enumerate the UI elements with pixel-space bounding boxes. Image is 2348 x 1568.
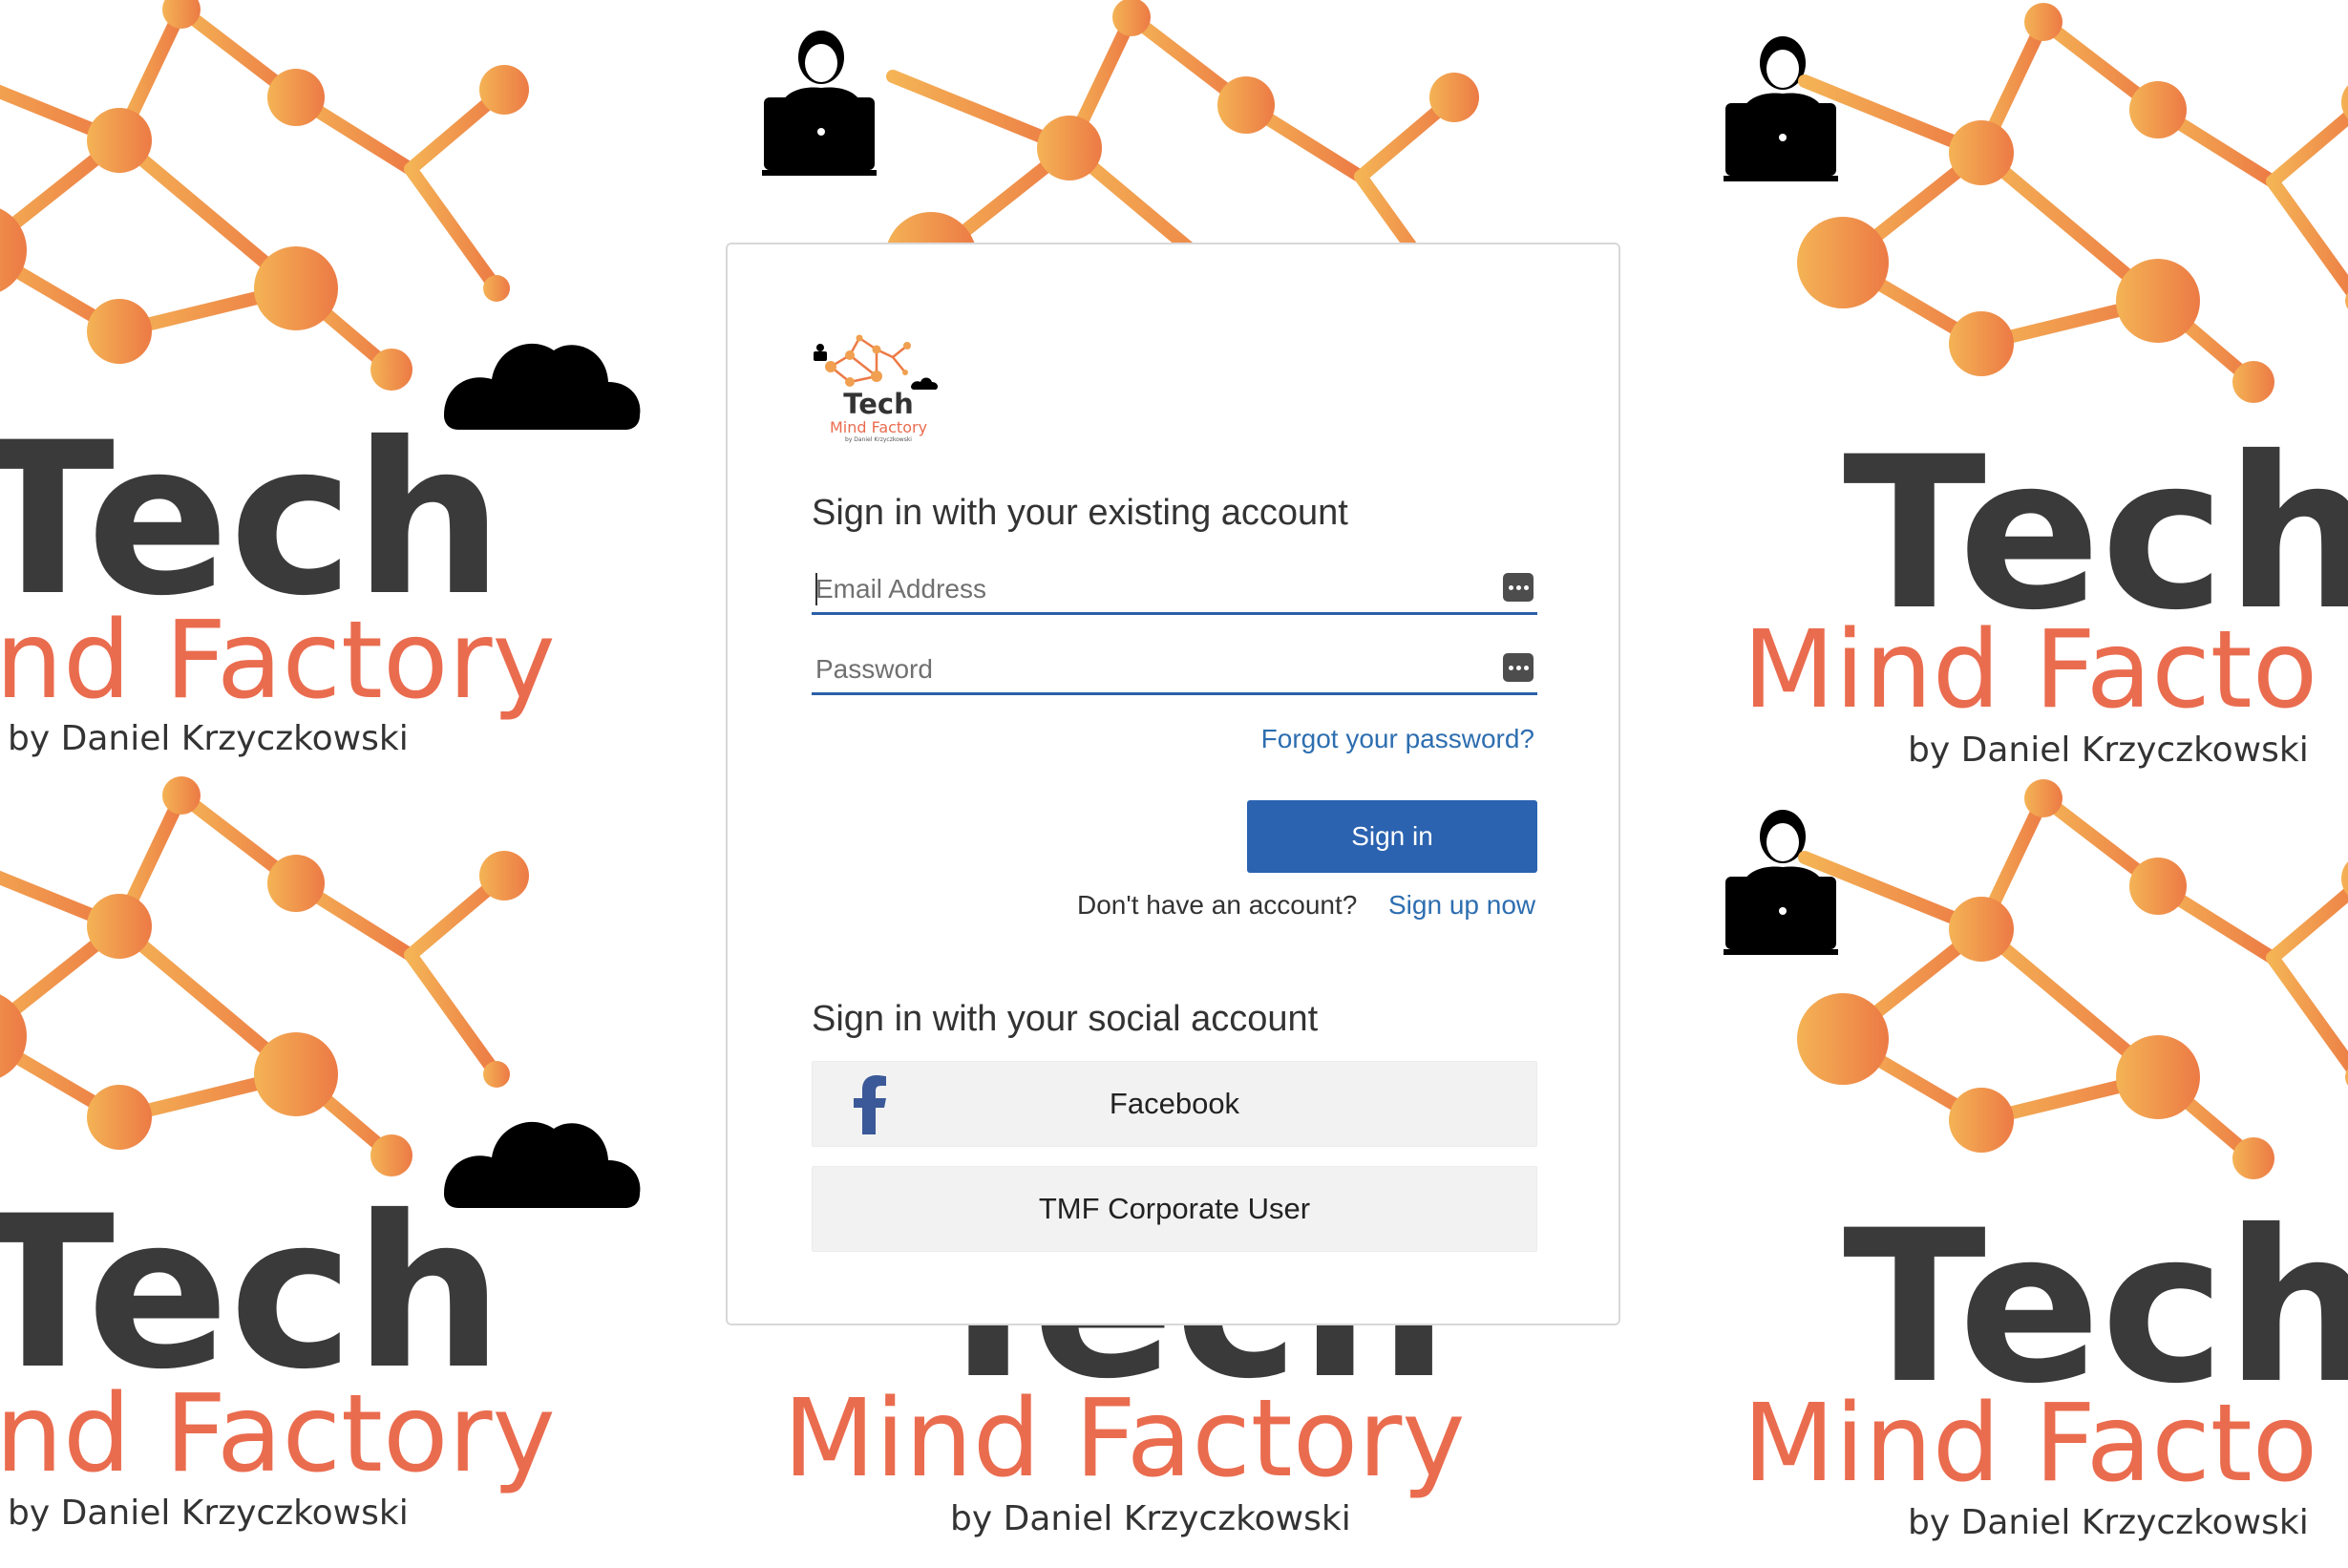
svg-text:by Daniel Krzyczkowski: by Daniel Krzyczkowski (8, 719, 409, 758)
password-input[interactable] (812, 647, 1474, 691)
svg-text:by Daniel Krzyczkowski: by Daniel Krzyczkowski (1908, 731, 2309, 770)
text-cursor (815, 573, 817, 605)
svg-text:by Daniel Krzyczkowski: by Daniel Krzyczkowski (1908, 1503, 2309, 1542)
password-field (812, 647, 1537, 695)
logo-author-text: by Daniel Krzyczkowski (845, 436, 912, 443)
logo-tech-text: Tech (843, 388, 914, 420)
local-signin-heading: Sign in with your existing account (812, 493, 1348, 533)
facebook-icon (854, 1075, 886, 1134)
svg-text:Mind Facto: Mind Facto (1743, 1382, 2317, 1506)
logo-mind-factory-text: Mind Factory (829, 418, 928, 436)
company-logo: Tech Mind Factory by Daniel Krzyczkowski (812, 328, 945, 453)
email-input[interactable] (812, 567, 1474, 611)
forgot-password-link[interactable]: Forgot your password? (1261, 724, 1534, 754)
no-account-text: Don't have an account? (1077, 890, 1358, 920)
facebook-label: Facebook (1109, 1087, 1240, 1120)
svg-text:nd Factory: nd Factory (0, 1372, 556, 1496)
svg-text:by Daniel Krzyczkowski: by Daniel Krzyczkowski (950, 1499, 1351, 1538)
svg-text:Mind Factory: Mind Factory (783, 1377, 1466, 1501)
signin-button[interactable]: Sign in (1247, 800, 1537, 873)
logo-network-icon (814, 334, 939, 390)
email-field (812, 567, 1537, 615)
social-signin-heading: Sign in with your social account (812, 999, 1319, 1039)
signup-link[interactable]: Sign up now (1388, 890, 1535, 921)
facebook-signin-button[interactable]: Facebook (812, 1061, 1537, 1147)
svg-text:nd Factory: nd Factory (0, 599, 556, 723)
corporate-label: TMF Corporate User (1038, 1192, 1311, 1225)
corporate-signin-button[interactable]: TMF Corporate User (812, 1166, 1537, 1252)
password-manager-icon[interactable] (1503, 653, 1534, 682)
svg-text:by Daniel Krzyczkowski: by Daniel Krzyczkowski (8, 1494, 409, 1533)
password-manager-icon[interactable] (1503, 573, 1534, 602)
svg-text:Mind Facto: Mind Facto (1743, 608, 2317, 732)
signin-card: Tech Mind Factory by Daniel Krzyczkowski… (726, 243, 1620, 1325)
